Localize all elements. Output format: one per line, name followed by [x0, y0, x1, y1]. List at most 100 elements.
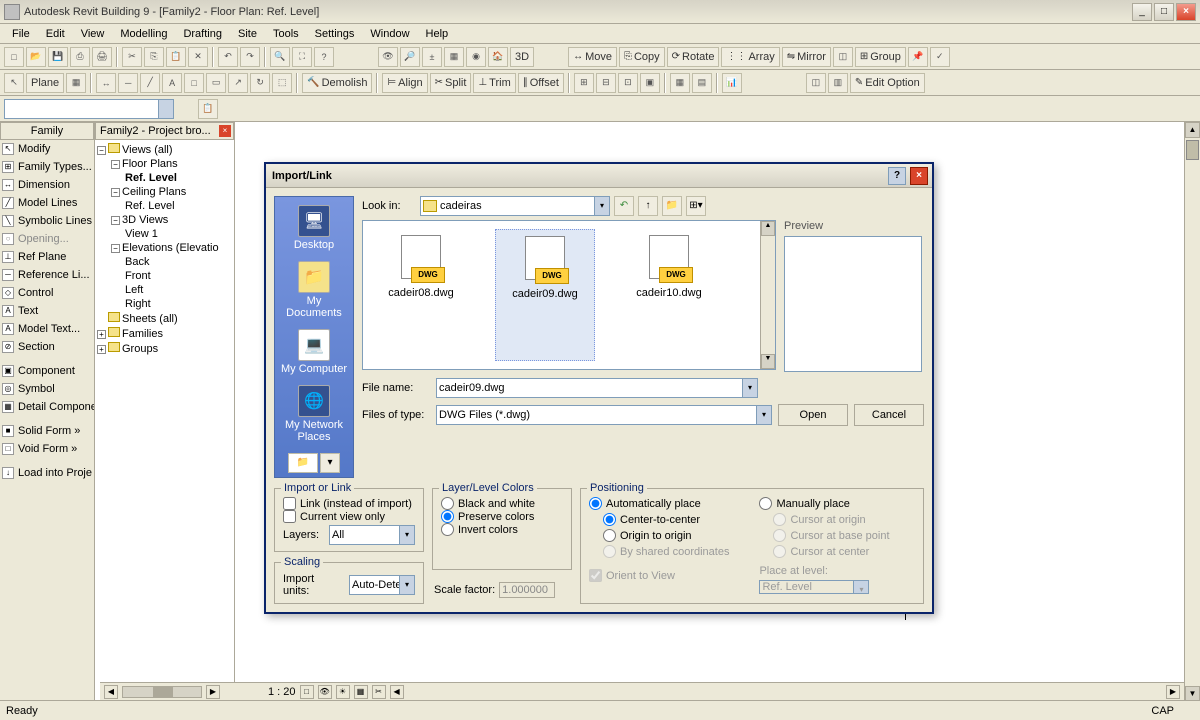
node-3dviews[interactable]: −3D Views — [97, 213, 232, 227]
node-reflevel2[interactable]: Ref. Level — [97, 199, 232, 213]
mirror-button[interactable]: ⇋ Mirror — [782, 47, 831, 67]
importunits-combo[interactable]: Auto-Detect▾ — [349, 575, 415, 595]
vb-b1[interactable]: □ — [300, 685, 314, 699]
split-button[interactable]: ✂ Split — [430, 73, 472, 93]
3drot-icon[interactable]: ⬚ — [272, 73, 292, 93]
save-icon[interactable]: 💾 — [48, 47, 68, 67]
views-button[interactable]: ⊞▾ — [686, 196, 706, 216]
db-refline[interactable]: ─Reference Li... — [0, 266, 94, 284]
dialog-help-button[interactable]: ? — [888, 167, 906, 185]
filetype-combo[interactable]: DWG Files (*.dwg)▾ — [436, 405, 772, 425]
close-button[interactable]: × — [1176, 3, 1196, 21]
menu-help[interactable]: Help — [418, 26, 457, 42]
menu-window[interactable]: Window — [362, 26, 417, 42]
zoomregion-icon[interactable]: 🔎 — [400, 47, 420, 67]
up-button[interactable]: ↑ — [638, 196, 658, 216]
rad-bw[interactable]: Black and white — [441, 497, 563, 510]
shade-icon[interactable]: ▦ — [444, 47, 464, 67]
node-groups[interactable]: +Groups — [97, 341, 232, 356]
rad-preserve[interactable]: Preserve colors — [441, 510, 563, 523]
file-list[interactable]: DWG cadeir08.dwg DWG cadeir09.dwg DWG ca… — [362, 220, 776, 370]
open-button[interactable]: Open — [778, 404, 848, 426]
tag3-icon[interactable]: ↗ — [228, 73, 248, 93]
vb-right[interactable]: ▶ — [206, 685, 220, 699]
vb-b2[interactable]: 👁 — [318, 685, 332, 699]
scale-label[interactable]: 1 : 20 — [268, 686, 296, 698]
node-back[interactable]: Back — [97, 255, 232, 269]
type-selector[interactable] — [4, 99, 174, 119]
line-icon[interactable]: ╱ — [140, 73, 160, 93]
designbar-tab[interactable]: Family — [0, 122, 94, 140]
browser-tab[interactable]: Family2 - Project bro...× — [95, 122, 234, 140]
file-item-1[interactable]: DWG cadeir09.dwg — [495, 229, 595, 361]
back-button[interactable]: ↶ — [614, 196, 634, 216]
place-dd-button[interactable]: ▾ — [320, 453, 340, 473]
db-opening[interactable]: ○Opening... — [0, 230, 94, 248]
node-views[interactable]: −Views (all) — [97, 142, 232, 157]
3d-button[interactable]: 3D — [510, 47, 534, 67]
tag2-icon[interactable]: ▭ — [206, 73, 226, 93]
menu-edit[interactable]: Edit — [38, 26, 73, 42]
ds2-icon[interactable]: ▥ — [828, 73, 848, 93]
move-button[interactable]: ↔ Move — [568, 47, 617, 67]
node-reflevel[interactable]: Ref. Level — [97, 171, 232, 185]
copy-icon[interactable]: ⎘ — [144, 47, 164, 67]
menu-tools[interactable]: Tools — [265, 26, 307, 42]
db-control[interactable]: ◇Control — [0, 284, 94, 302]
node-front[interactable]: Front — [97, 269, 232, 283]
pin-icon[interactable]: 📌 — [908, 47, 928, 67]
home-icon[interactable]: 🏠 — [488, 47, 508, 67]
unpin-icon[interactable]: ✓ — [930, 47, 950, 67]
menu-view[interactable]: View — [73, 26, 113, 42]
db-modellines[interactable]: ╱Model Lines — [0, 194, 94, 212]
db-detailcomp[interactable]: ▦Detail Compone — [0, 398, 94, 416]
p2-icon[interactable]: ▤ — [692, 73, 712, 93]
saveall-icon[interactable]: ⎙ — [70, 47, 90, 67]
e3-icon[interactable]: ⊡ — [618, 73, 638, 93]
menu-modelling[interactable]: Modelling — [112, 26, 175, 42]
new-icon[interactable]: □ — [4, 47, 24, 67]
dialog-titlebar[interactable]: Import/Link ? × — [266, 164, 932, 188]
menu-site[interactable]: Site — [230, 26, 265, 42]
node-left[interactable]: Left — [97, 283, 232, 297]
vb-hscroll[interactable] — [122, 686, 202, 698]
lookin-combo[interactable]: cadeiras ▾ — [420, 196, 610, 216]
minimize-button[interactable]: _ — [1132, 3, 1152, 21]
vb-b6[interactable]: ◀ — [390, 685, 404, 699]
trim-button[interactable]: ⊥ Trim — [473, 73, 515, 93]
tag-icon[interactable]: □ — [184, 73, 204, 93]
props-icon[interactable]: 📋 — [198, 99, 218, 119]
paste-icon[interactable]: 📋 — [166, 47, 186, 67]
db-modeltext[interactable]: AModel Text... — [0, 320, 94, 338]
fit-icon[interactable]: ⛶ — [292, 47, 312, 67]
zoomdyn-icon[interactable]: ± — [422, 47, 442, 67]
menu-file[interactable]: File — [4, 26, 38, 42]
vb-b5[interactable]: ✂ — [372, 685, 386, 699]
offset-button[interactable]: ∥ Offset — [518, 73, 564, 93]
db-familytypes[interactable]: ⊞Family Types... — [0, 158, 94, 176]
e2-icon[interactable]: ⊟ — [596, 73, 616, 93]
db-loadproject[interactable]: ↓Load into Proje — [0, 464, 94, 482]
node-ceilplans[interactable]: −Ceiling Plans — [97, 185, 232, 199]
db-component[interactable]: ▣Component — [0, 362, 94, 380]
vb-left[interactable]: ◀ — [104, 685, 118, 699]
array-button[interactable]: ⋮⋮ Array — [721, 47, 779, 67]
delete-icon[interactable]: ✕ — [188, 47, 208, 67]
db-symboliclines[interactable]: ╲Symbolic Lines — [0, 212, 94, 230]
filename-combo[interactable]: cadeir09.dwg▾ — [436, 378, 758, 398]
print-icon[interactable]: 🖨 — [92, 47, 112, 67]
node-families[interactable]: +Families — [97, 326, 232, 341]
node-sheets[interactable]: +Sheets (all) — [97, 311, 232, 326]
dialog-close-button[interactable]: × — [910, 167, 928, 185]
vb-b3[interactable]: ☀ — [336, 685, 350, 699]
chk-link[interactable]: Link (instead of import) — [283, 497, 415, 510]
place-nav-button[interactable]: 📁 — [288, 453, 318, 473]
layers-combo[interactable]: All▾ — [329, 525, 415, 545]
rad-invert[interactable]: Invert colors — [441, 523, 563, 536]
filelist-scrollbar[interactable]: ▲▼ — [760, 221, 775, 369]
open-icon[interactable]: 📂 — [26, 47, 46, 67]
select-icon[interactable]: ↖ — [4, 73, 24, 93]
text-icon[interactable]: A — [162, 73, 182, 93]
e4-icon[interactable]: ▣ — [640, 73, 660, 93]
chk-currentview[interactable]: Current view only — [283, 510, 415, 523]
